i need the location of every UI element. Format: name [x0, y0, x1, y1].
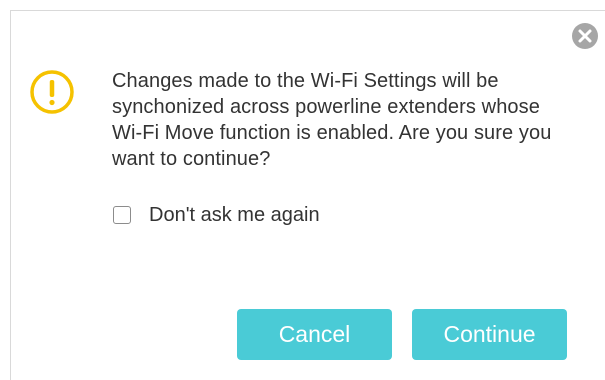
close-button[interactable] [571, 22, 599, 50]
dialog-message: Changes made to the Wi-Fi Settings will … [112, 70, 552, 170]
dont-ask-again-option[interactable]: Don't ask me again [113, 202, 320, 228]
cancel-button[interactable]: Cancel [237, 309, 392, 360]
dont-ask-again-checkbox[interactable] [113, 206, 131, 224]
continue-button[interactable]: Continue [412, 309, 567, 360]
checkbox-label: Don't ask me again [149, 203, 320, 226]
close-icon [572, 23, 598, 49]
warning-icon [28, 68, 76, 116]
